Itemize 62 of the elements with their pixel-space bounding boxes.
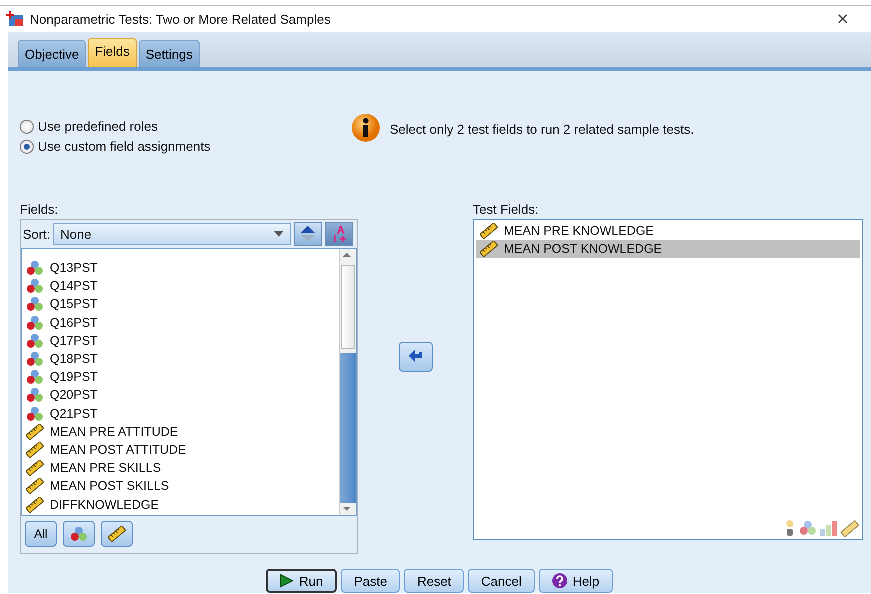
window-title: Nonparametric Tests: Two or More Related Samples: [30, 12, 331, 26]
scale-filter-button[interactable]: [101, 521, 133, 547]
field-list-item[interactable]: Q13PST: [22, 259, 339, 278]
left-arrow-icon: [408, 350, 424, 364]
three-circles-icon: [26, 260, 44, 276]
three-circles-icon: [70, 526, 88, 542]
three-circles-icon: [26, 406, 44, 422]
nominal-filter-button[interactable]: [63, 521, 95, 547]
dialog-button[interactable]: Cancel: [468, 569, 535, 593]
dropdown-caret-icon: [274, 231, 284, 237]
field-list-item[interactable]: Q21PST: [22, 404, 339, 423]
field-list-item[interactable]: MEAN POST ATTITUDE: [22, 440, 339, 460]
ruler-icon: [480, 241, 498, 257]
ruler-icon: [480, 223, 498, 239]
field-list-item[interactable]: Q16PST: [22, 314, 339, 332]
run-button[interactable]: Run: [266, 569, 338, 593]
field-list-item[interactable]: Q20PST: [22, 386, 339, 404]
radio-label[interactable]: Use custom field assignments: [38, 139, 211, 154]
help-icon: [552, 573, 568, 589]
sort-order-button[interactable]: [294, 222, 322, 246]
all-filter-button[interactable]: All: [25, 521, 57, 547]
tab[interactable]: Objective: [18, 40, 86, 67]
field-list-item[interactable]: DIFFKNOWLEDGE: [22, 495, 339, 514]
tab[interactable]: Fields: [88, 38, 137, 67]
three-circles-icon: [26, 387, 44, 404]
three-circles-icon: [26, 314, 44, 331]
three-circles-icon: [26, 296, 44, 312]
field-list-item[interactable]: MEAN PRE SKILLS: [22, 459, 339, 478]
radio-button[interactable]: [20, 120, 34, 134]
radio-label[interactable]: Use predefined roles: [38, 119, 158, 134]
field-list-item[interactable]: Q19PST: [22, 368, 339, 386]
help-button[interactable]: Help: [538, 569, 613, 593]
info-icon: [350, 113, 382, 145]
field-list-item[interactable]: Q17PST: [22, 332, 339, 350]
three-circles-icon: [26, 351, 44, 368]
sort-icon: [331, 225, 348, 243]
info-message: Select only 2 test fields to run 2 related sample tests.: [390, 122, 694, 136]
measurement-levels-icon: [784, 519, 860, 537]
fields-label: Fields:: [20, 202, 60, 217]
field-list-item[interactable]: MEAN PRE ATTITUDE: [22, 422, 339, 441]
sort-dropdown[interactable]: None: [53, 223, 292, 245]
dialog-button[interactable]: Reset: [404, 569, 464, 593]
three-circles-icon: [26, 278, 44, 294]
field-list-item[interactable]: Q18PST: [22, 350, 339, 368]
field-list-item[interactable]: MEAN POST SKILLS: [22, 477, 339, 496]
up-down-arrow-icon: [300, 225, 316, 243]
play-icon: [280, 574, 294, 588]
field-list-item[interactable]: Q15PST: [22, 295, 339, 314]
test-fields-label: Test Fields:: [473, 202, 540, 217]
sort-label: Sort:: [23, 226, 50, 242]
scrollbar[interactable]: [339, 249, 356, 515]
test-field-item[interactable]: MEAN POST KNOWLEDGE: [476, 240, 860, 258]
three-circles-icon: [26, 369, 44, 386]
move-button[interactable]: [398, 342, 432, 372]
ruler-icon: [108, 526, 126, 542]
app-icon: [6, 11, 24, 27]
tab[interactable]: Settings: [138, 40, 200, 67]
three-circles-icon: [26, 332, 44, 349]
test-field-item[interactable]: MEAN PRE KNOWLEDGE: [476, 222, 860, 240]
radio-button[interactable]: [20, 140, 34, 154]
field-list-item[interactable]: Q14PST: [22, 277, 339, 296]
dialog-button[interactable]: Paste: [341, 569, 400, 593]
